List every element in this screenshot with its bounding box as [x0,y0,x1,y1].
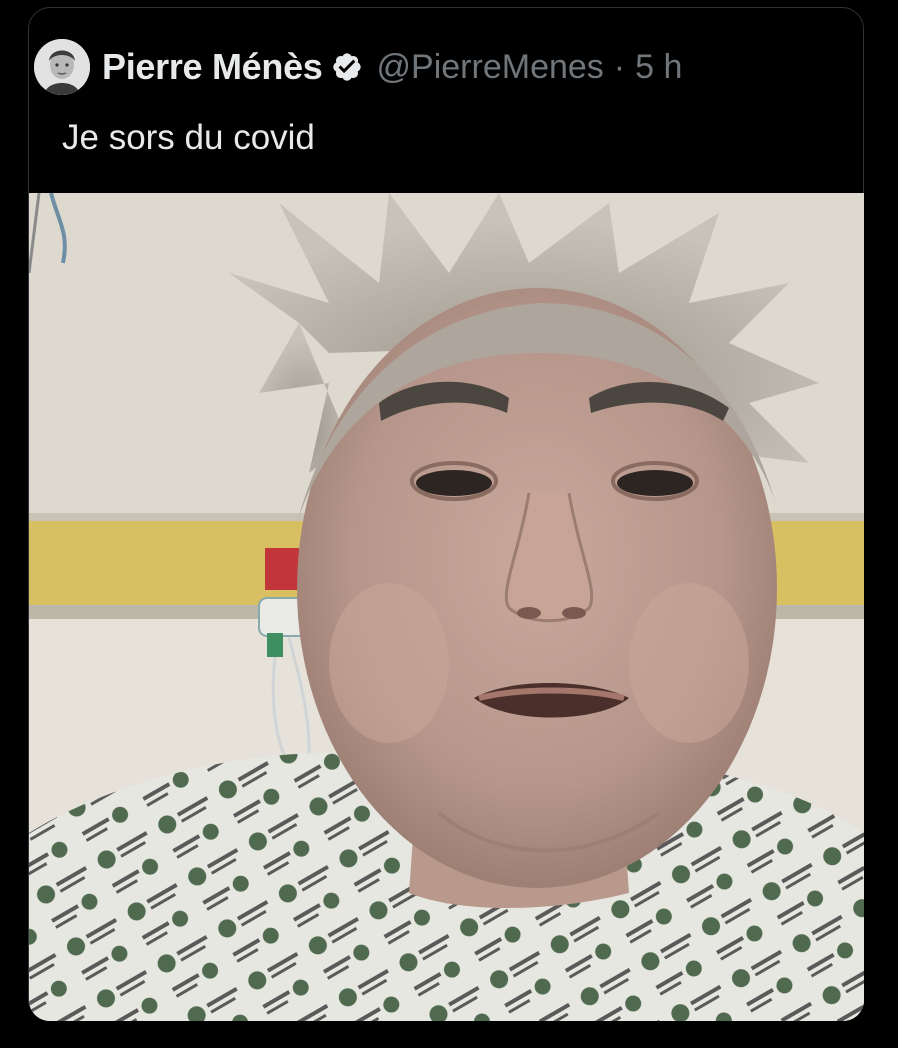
tweet-timestamp[interactable]: 5 h [635,48,682,87]
video-frame-image [29,193,864,1021]
tweet-header: Pierre Ménès @PierreMenes · 5 h [34,37,682,97]
avatar[interactable] [34,39,90,95]
separator-dot: · [613,47,626,86]
tweet-text: Je sors du covid [62,118,315,157]
tweet-video-thumbnail[interactable] [29,193,864,1021]
verified-badge-icon [332,53,361,81]
author-display-name[interactable]: Pierre Ménès [102,46,323,88]
author-handle[interactable]: @PierreMenes [377,48,604,87]
